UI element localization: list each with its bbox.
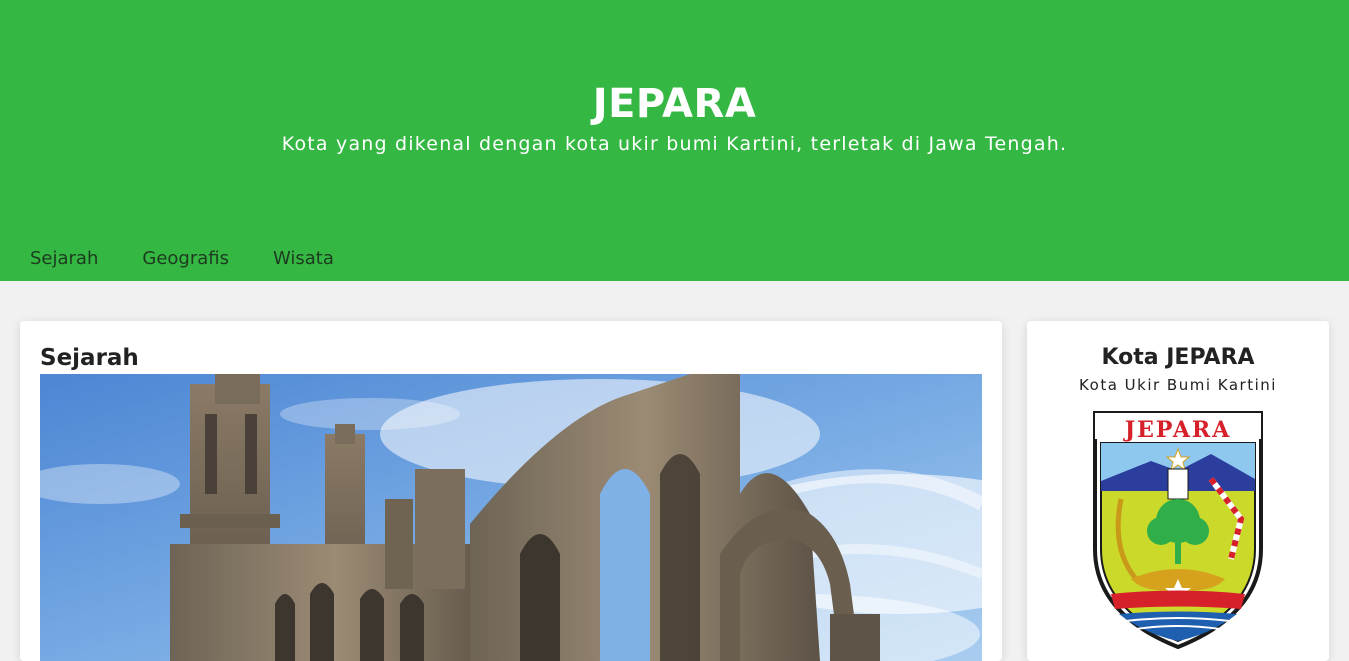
main-nav: Sejarah Geografis Wisata: [30, 246, 378, 274]
sidebar-card: Kota JEPARA Kota Ukir Bumi Kartini JEPAR…: [1027, 321, 1329, 661]
nav-item-geografis[interactable]: Geografis: [142, 246, 229, 274]
section-heading: Sejarah: [40, 345, 139, 371]
site-subtitle: Kota yang dikenal dengan kota ukir bumi …: [281, 133, 1068, 155]
emblem-text: JEPARA: [1123, 417, 1232, 443]
jepara-emblem-icon: JEPARA: [1091, 409, 1265, 650]
main-card: Sejarah: [20, 321, 1002, 661]
sidebar-subtitle: Kota Ukir Bumi Kartini: [1079, 376, 1277, 394]
nav-item-sejarah[interactable]: Sejarah: [30, 246, 98, 274]
hero-image: [40, 374, 982, 661]
site-header: JEPARA Kota yang dikenal dengan kota uki…: [0, 0, 1349, 281]
sidebar-title: Kota JEPARA: [1101, 345, 1255, 370]
nav-item-wisata[interactable]: Wisata: [273, 246, 334, 274]
site-title: JEPARA: [592, 81, 757, 127]
